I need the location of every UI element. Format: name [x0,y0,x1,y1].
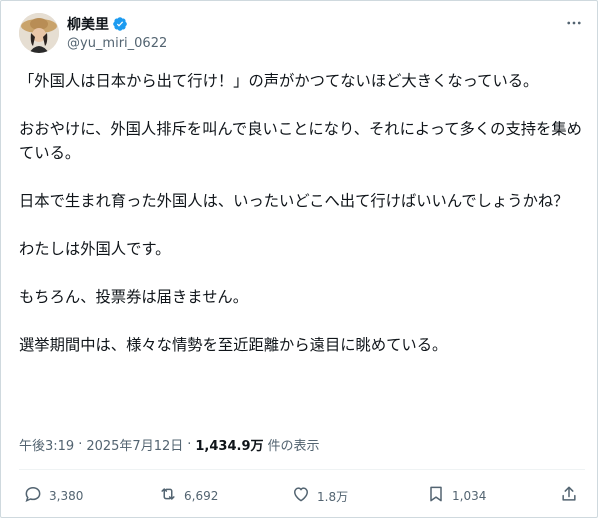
meta-separator: · [78,437,83,452]
bookmark-button[interactable]: 1,034 [426,483,486,509]
tweet-paragraph: わたしは外国人です。 [19,240,171,258]
action-bar: 3,380 6,692 1.8万 1,034 [1,481,598,511]
tweet-paragraph: 「外国人は日本から出て行け！」の声がかつてないほど大きくなっている。 [19,72,539,90]
repost-button[interactable]: 6,692 [158,483,218,509]
divider [19,469,585,470]
meta-separator: · [187,437,192,452]
tweet-paragraph: 日本で生まれ育った外国人は、いったいどこへ出て行けばいいんでしょうかね？ [19,192,569,210]
tweet-text: 「外国人は日本から出て行け！」の声がかつてないほど大きくなっている。 おおやけに… [19,69,585,357]
tweet-paragraph: もちろん、投票券は届きません。 [19,288,248,306]
views-label: 件の表示 [267,439,320,454]
tweet-time[interactable]: 午後3:19 [19,435,74,454]
tweet-meta: 午後3:19 · 2025年7月12日 · 1,434.9万 件の表示 [19,435,320,454]
tweet-paragraph: 選挙期間中は、様々な情勢を至近距離から遠目に眺めている。 [19,336,448,354]
repost-count: 6,692 [184,489,219,503]
reply-button[interactable]: 3,380 [23,483,83,509]
author-name-row: 柳美里 [67,14,128,34]
more-icon[interactable] [563,13,585,33]
bookmark-count: 1,034 [452,489,487,503]
avatar-image [19,13,59,53]
avatar[interactable] [19,13,59,53]
author-display-name[interactable]: 柳美里 [67,14,109,34]
tweet-date[interactable]: 2025年7月12日 [86,435,183,454]
like-count: 1.8万 [317,489,349,504]
reply-count: 3,380 [49,489,84,503]
repost-icon [158,484,178,508]
reply-icon [23,484,43,508]
share-icon [559,484,579,508]
tweet-card: 柳美里 @yu_miri_0622 「外国人は日本から出て行け！」の声がかつてな… [0,0,598,518]
bookmark-icon [426,484,446,508]
author-handle[interactable]: @yu_miri_0622 [67,36,167,51]
like-button[interactable]: 1.8万 [291,483,348,509]
heart-icon [291,484,311,508]
verified-badge-icon [112,16,128,32]
tweet-paragraph: おおやけに、外国人排斥を叫んで良いことになり、それによって多くの支持を集めている… [19,120,582,162]
views-count[interactable]: 1,434.9万 [195,435,263,454]
share-button[interactable] [559,483,579,509]
